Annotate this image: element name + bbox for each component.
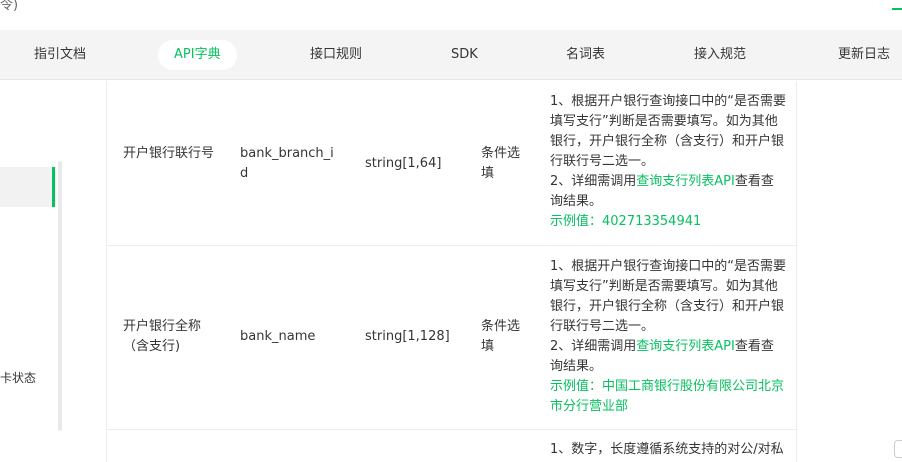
tab-sdk[interactable]: SDK <box>435 40 494 70</box>
param-description: 1、根据开户银行查询接口中的“是否需要填写支行”判断是否需要填写。如为其他银行，… <box>550 257 786 417</box>
param-name: 开户银行联行号 <box>123 146 215 161</box>
tab-glossary[interactable]: 名词表 <box>550 40 621 70</box>
param-description: 1、数字，长度遵循系统支持的对公/对私 <box>550 442 784 457</box>
example-value: 示例值：中国工商银行股份有限公司北京市分行营业部 <box>550 379 785 414</box>
branch-list-api-link[interactable]: 查询支行列表API <box>636 339 735 354</box>
param-table: 开户银行联行号 bank_branch_id string[1,64] 条件选填… <box>106 81 797 462</box>
sidebar: 卡状态 <box>0 81 64 462</box>
tab-interface-rules[interactable]: 接口规则 <box>294 40 378 70</box>
param-type: string[1,128] <box>365 329 450 344</box>
top-bar-fragment: 令) <box>0 0 19 13</box>
desc-line-2: 2、详细需调用查询支行列表API查看查询结果。 <box>550 172 786 212</box>
param-field: bank_branch_id <box>240 146 334 181</box>
param-required: 条件选填 <box>481 146 521 181</box>
desc-line-1: 1、根据开户银行查询接口中的“是否需要填写支行”判断是否需要填写。如为其他银行，… <box>550 94 787 169</box>
floating-widget-edge[interactable] <box>894 440 902 458</box>
table-row: 开户银行全称（含支行) bank_name string[1,128] 条件选填… <box>107 246 796 430</box>
desc-line-2: 2、详细需调用查询支行列表API查看查询结果。 <box>550 337 786 377</box>
param-type: string[1,64] <box>365 156 442 171</box>
sidebar-scrollbar[interactable] <box>58 161 62 431</box>
tab-guide-docs[interactable]: 指引文档 <box>18 40 102 70</box>
example-value: 示例值：402713354941 <box>550 214 702 229</box>
param-description: 1、根据开户银行查询接口中的“是否需要填写支行”判断是否需要填写。如为其他银行，… <box>550 92 786 232</box>
top-accent-line <box>892 8 902 10</box>
branch-list-api-link[interactable]: 查询支行列表API <box>636 174 735 189</box>
tab-integration-spec[interactable]: 接入规范 <box>678 40 762 70</box>
desc-prefix: 2、详细需调用 <box>550 339 637 354</box>
param-name: 开户银行全称（含支行) <box>123 319 202 354</box>
param-field: bank_name <box>240 329 316 344</box>
sidebar-item-card-status[interactable]: 卡状态 <box>0 369 36 386</box>
sidebar-active-indicator <box>52 167 55 207</box>
top-bar: 令) <box>0 0 902 30</box>
param-required: 条件选填 <box>481 319 521 354</box>
doc-nav-tabs: 指引文档 API字典 接口规则 SDK 名词表 接入规范 更新日志 <box>0 30 902 80</box>
desc-line-1: 1、根据开户银行查询接口中的“是否需要填写支行”判断是否需要填写。如为其他银行，… <box>550 259 787 334</box>
sidebar-active-item[interactable] <box>0 167 56 207</box>
table-row: 开户银行联行号 bank_branch_id string[1,64] 条件选填… <box>107 81 796 246</box>
tab-api-dictionary[interactable]: API字典 <box>158 40 237 70</box>
desc-prefix: 2、详细需调用 <box>550 174 637 189</box>
table-row: 1、数字，长度遵循系统支持的对公/对私 <box>107 430 796 462</box>
tab-changelog[interactable]: 更新日志 <box>822 40 902 70</box>
